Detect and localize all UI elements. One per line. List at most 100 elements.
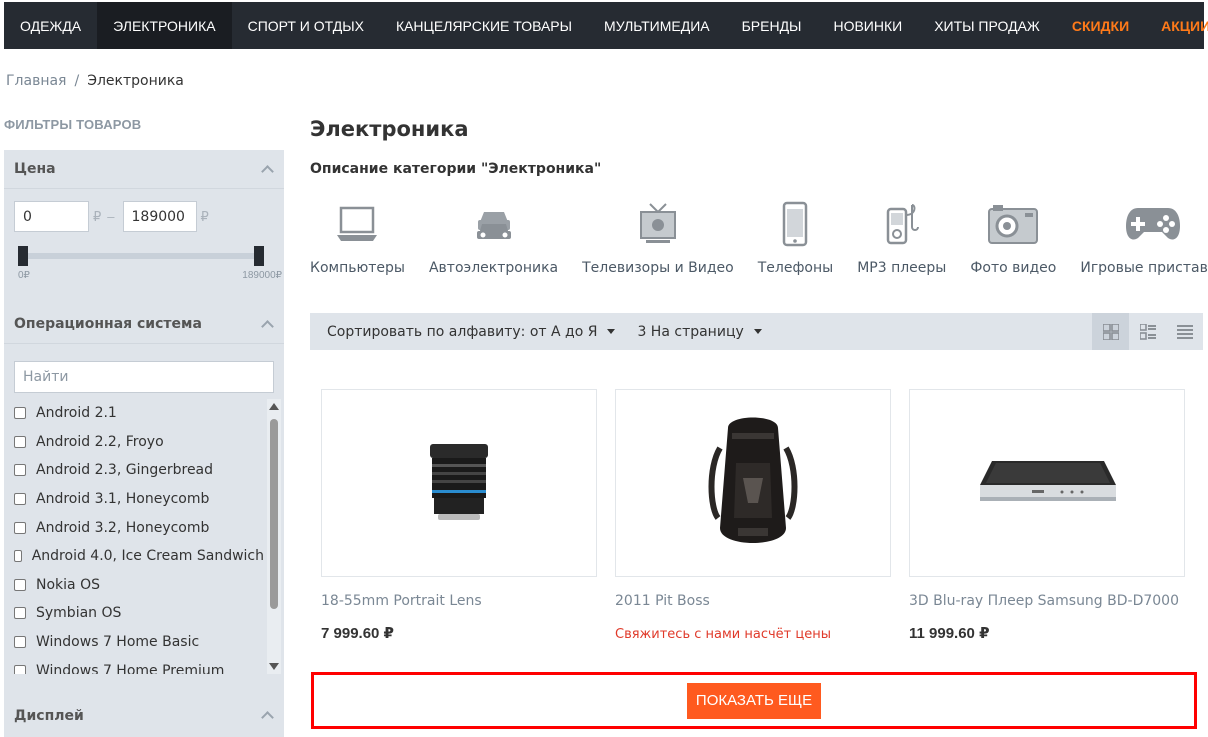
os-option-label: Nokia OS <box>36 576 100 593</box>
nav-item-brands[interactable]: БРЕНДЫ <box>726 2 818 49</box>
sort-dropdown[interactable]: Сортировать по алфавиту: от А до Я <box>327 324 616 340</box>
nav-item-electronics[interactable]: ЭЛЕКТРОНИКА <box>97 2 232 49</box>
price-inputs: ₽ – ₽ <box>14 201 215 232</box>
subcategory-label: Компьютеры <box>310 260 405 276</box>
nav-item-clothing[interactable]: ОДЕЖДА <box>4 2 97 49</box>
os-option[interactable]: Android 2.2, Froyo <box>4 428 264 457</box>
chevron-up-icon[interactable] <box>261 711 274 724</box>
os-checkbox-list: Android 2.1 Android 2.2, Froyo Android 2… <box>4 399 264 674</box>
display-filter-header[interactable]: Дисплей <box>4 696 284 735</box>
per-page-dropdown[interactable]: 3 На страницу <box>637 323 762 340</box>
subcategory-label: MP3 плееры <box>857 260 947 276</box>
nav-item-promotions[interactable]: АКЦИИ <box>1145 2 1208 49</box>
show-more-button[interactable]: ПОКАЗАТЬ ЕЩЕ <box>686 682 822 719</box>
checkbox[interactable] <box>14 521 26 534</box>
checkbox[interactable] <box>14 664 26 674</box>
checkbox[interactable] <box>14 464 26 477</box>
nav-item-sport[interactable]: СПОРТ И ОТДЫХ <box>232 2 380 49</box>
os-list-scrollbar[interactable] <box>267 399 281 674</box>
os-option[interactable]: Symbian OS <box>4 599 264 628</box>
product-name[interactable]: 2011 Pit Boss <box>615 593 891 609</box>
product-price: 11 999.60 ₽ <box>909 625 990 642</box>
nav-item-new[interactable]: НОВИНКИ <box>817 2 918 49</box>
subcategory-consoles[interactable]: Игровые приставки <box>1080 196 1208 276</box>
subcategory-tv[interactable]: Телевизоры и Видео <box>582 196 734 276</box>
os-option[interactable]: Windows 7 Home Basic <box>4 628 264 657</box>
scrollbar-thumb[interactable] <box>270 419 278 609</box>
os-option[interactable]: Windows 7 Home Premium <box>4 656 264 674</box>
tile-list-view-icon[interactable] <box>1129 313 1166 350</box>
scroll-up-arrow-icon[interactable] <box>269 403 279 410</box>
os-option[interactable]: Android 3.1, Honeycomb <box>4 485 264 514</box>
contact-for-price-link[interactable]: Свяжитесь с нами насчёт цены <box>615 627 891 642</box>
slider-max-handle[interactable] <box>254 246 264 266</box>
product-image[interactable] <box>615 389 891 577</box>
os-option[interactable]: Android 2.1 <box>4 399 264 428</box>
camera-lens-icon <box>430 444 488 520</box>
slider-min-handle[interactable] <box>18 246 28 266</box>
subcategory-label: Автоэлектроника <box>428 260 559 276</box>
checkbox[interactable] <box>14 407 26 420</box>
phone-icon <box>782 196 808 252</box>
product-image[interactable] <box>321 389 597 577</box>
os-option-label: Windows 7 Home Basic <box>36 634 200 651</box>
nav-item-bestsellers[interactable]: ХИТЫ ПРОДАЖ <box>918 2 1056 49</box>
os-search-input[interactable] <box>14 361 274 393</box>
os-option-label: Android 2.1 <box>36 405 117 422</box>
page-title: Электроника <box>310 117 469 141</box>
caret-down-icon <box>607 329 616 334</box>
os-option-label: Android 3.1, Honeycomb <box>36 491 210 508</box>
os-option[interactable]: Android 4.0, Ice Cream Sandwich <box>4 542 264 571</box>
price-min-input[interactable] <box>14 201 89 232</box>
subcategory-list: Компьютеры Автоэлектроника Телевизоры и … <box>310 196 1208 276</box>
category-description: Описание категории "Электроника" <box>310 161 602 177</box>
top-navigation: ОДЕЖДА ЭЛЕКТРОНИКА СПОРТ И ОТДЫХ КАНЦЕЛЯ… <box>4 2 1208 49</box>
gamepad-icon <box>1124 196 1182 252</box>
product-card[interactable]: 3D Blu-ray Плеер Samsung BD-D7000 11 999… <box>909 389 1185 642</box>
grid-view-icon[interactable] <box>1092 313 1129 350</box>
os-option-label: Symbian OS <box>36 605 122 622</box>
os-filter-title: Операционная система <box>14 316 202 332</box>
checkbox[interactable] <box>14 435 26 448</box>
product-image[interactable] <box>909 389 1185 577</box>
nav-item-multimedia[interactable]: МУЛЬТИМЕДИА <box>588 2 726 49</box>
subcategory-computers[interactable]: Компьютеры <box>310 196 405 276</box>
subcategory-photo[interactable]: Фото видео <box>970 196 1056 276</box>
subcategory-phones[interactable]: Телефоны <box>758 196 833 276</box>
checkbox[interactable] <box>14 578 26 591</box>
price-range-slider[interactable] <box>18 246 264 266</box>
product-name[interactable]: 18-55mm Portrait Lens <box>321 593 597 609</box>
price-filter-header[interactable]: Цена <box>4 150 284 189</box>
subcategory-label: Телефоны <box>757 260 834 276</box>
os-option[interactable]: Android 3.2, Honeycomb <box>4 513 264 542</box>
nav-item-stationery[interactable]: КАНЦЕЛЯРСКИЕ ТОВАРЫ <box>380 2 588 49</box>
subcategory-mp3[interactable]: MP3 плееры <box>857 196 946 276</box>
subcategory-label: Игровые приставки <box>1080 260 1208 276</box>
per-page-label: 3 На страницу <box>637 323 744 340</box>
nav-item-discounts[interactable]: СКИДКИ <box>1056 2 1145 49</box>
subcategory-label: Фото видео <box>970 260 1057 276</box>
product-grid: 18-55mm Portrait Lens 7 999.60 ₽ 2011 Pi… <box>321 389 1203 642</box>
price-max-input[interactable] <box>122 201 197 232</box>
os-filter-header[interactable]: Операционная система <box>4 305 284 344</box>
breadcrumb-separator: / <box>74 73 80 89</box>
sort-toolbar: Сортировать по алфавиту: от А до Я 3 На … <box>310 313 1203 350</box>
price-filter-title: Цена <box>14 161 56 177</box>
product-card[interactable]: 2011 Pit Boss Свяжитесь с нами насчёт це… <box>615 389 891 642</box>
chevron-up-icon[interactable] <box>261 319 274 333</box>
breadcrumb-home-link[interactable]: Главная <box>6 73 66 89</box>
subcategory-auto[interactable]: Автоэлектроника <box>429 196 558 276</box>
chevron-up-icon[interactable] <box>261 164 274 178</box>
checkbox[interactable] <box>14 636 26 649</box>
product-name[interactable]: 3D Blu-ray Плеер Samsung BD-D7000 <box>909 593 1185 609</box>
checkbox[interactable] <box>14 607 26 620</box>
subcategory-label: Телевизоры и Видео <box>582 260 734 276</box>
checkbox[interactable] <box>14 493 26 506</box>
currency-label: ₽ <box>93 208 102 224</box>
scroll-down-arrow-icon[interactable] <box>269 663 279 670</box>
os-option[interactable]: Nokia OS <box>4 571 264 600</box>
checkbox[interactable] <box>14 550 22 563</box>
os-option[interactable]: Android 2.3, Gingerbread <box>4 456 264 485</box>
product-card[interactable]: 18-55mm Portrait Lens 7 999.60 ₽ <box>321 389 597 642</box>
list-view-icon[interactable] <box>1166 313 1203 350</box>
